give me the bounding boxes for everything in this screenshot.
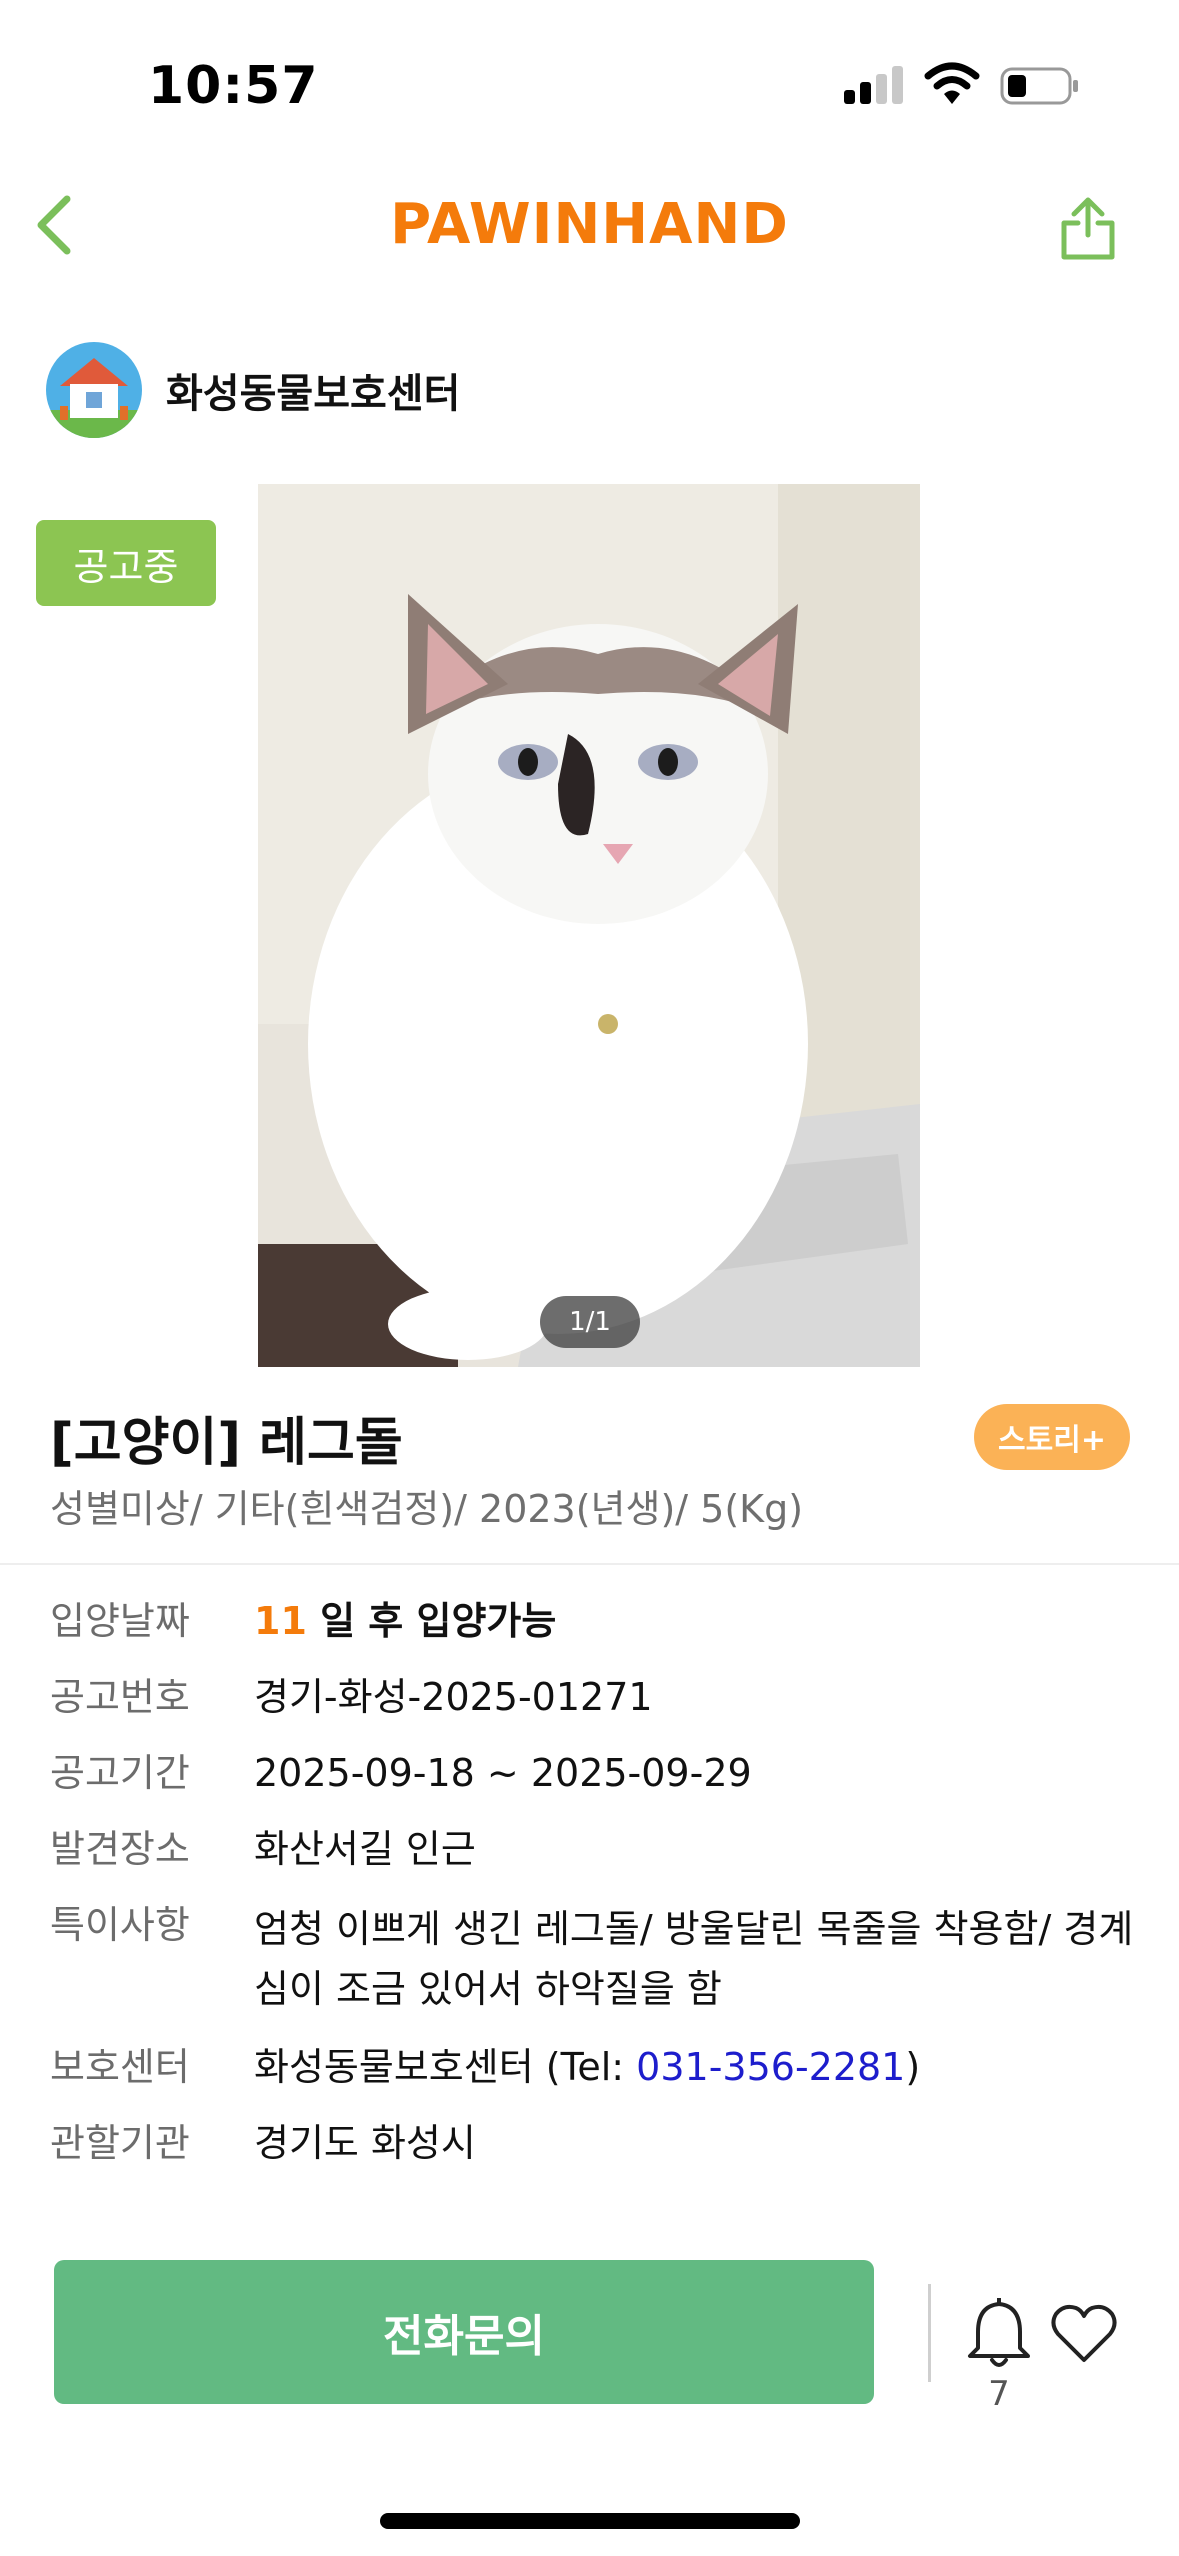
info-table: 입양날짜 11 일 후 입양가능 공고번호 경기-화성-2025-01271 공… [50, 1595, 1140, 2193]
cellular-signal-icon [844, 64, 904, 104]
info-row-notice-no: 공고번호 경기-화성-2025-01271 [50, 1671, 1140, 1723]
info-label: 공고기간 [50, 1751, 190, 1795]
status-bar: 10:57 [0, 0, 1179, 170]
shelter-phone-link[interactable]: 031-356-2281 [636, 2045, 905, 2089]
info-row-adopt-date: 입양날짜 11 일 후 입양가능 [50, 1595, 1140, 1647]
bell-count: 7 [988, 2374, 1010, 2414]
info-label: 보호센터 [50, 2045, 190, 2089]
share-icon [1061, 197, 1115, 260]
status-time: 10:57 [148, 56, 319, 116]
animal-title: [고양이] 레그돌 [50, 1413, 403, 1473]
cat-photo-image [258, 484, 920, 1367]
home-indicator [380, 2513, 800, 2529]
heart-icon[interactable] [1050, 2302, 1118, 2364]
authority-value: 경기도 화성시 [254, 2121, 476, 2165]
info-row-notice-period: 공고기간 2025-09-18 ~ 2025-09-29 [50, 1747, 1140, 1799]
battery-icon [1000, 67, 1078, 105]
shelter-close: ) [905, 2045, 921, 2089]
bell-icon[interactable] [966, 2298, 1032, 2370]
found-place-value: 화산서길 인근 [254, 1827, 476, 1871]
share-button[interactable] [1050, 190, 1126, 266]
wifi-icon [924, 62, 980, 104]
shelter-text: 화성동물보호센터 (Tel: [254, 2045, 637, 2089]
brand-logo: PAWINHAND [390, 192, 789, 257]
animal-photo[interactable]: 1/1 [258, 484, 920, 1367]
info-label: 특이사항 [50, 1903, 190, 1947]
info-row-authority: 관할기관 경기도 화성시 [50, 2117, 1140, 2169]
adopt-date-value: 11 일 후 입양가능 [254, 1595, 1140, 1647]
notice-no-value: 경기-화성-2025-01271 [254, 1675, 653, 1719]
shelter-avatar [46, 342, 142, 438]
info-label: 입양날짜 [50, 1599, 190, 1643]
info-row-shelter: 보호센터 화성동물보호센터 (Tel: 031-356-2281) [50, 2041, 1140, 2093]
story-button[interactable]: 스토리+ [974, 1404, 1130, 1470]
notes-value: 엄청 이쁘게 생긴 레그돌/ 방울달린 목줄을 착용함/ 경계심이 조금 있어서… [254, 1907, 1134, 2011]
info-row-found-place: 발견장소 화산서길 인근 [50, 1823, 1140, 1875]
info-label: 관할기관 [50, 2121, 190, 2165]
app-header: PAWINHAND [0, 180, 1179, 270]
status-badge: 공고중 [36, 520, 216, 606]
house-icon [46, 342, 142, 438]
shelter-info[interactable]: 화성동물보호센터 [46, 340, 460, 440]
vertical-divider [928, 2284, 931, 2382]
call-inquiry-button[interactable]: 전화문의 [54, 2260, 874, 2404]
info-row-notes: 특이사항 엄청 이쁘게 생긴 레그돌/ 방울달린 목줄을 착용함/ 경계심이 조… [50, 1899, 1140, 2019]
divider [0, 1563, 1179, 1565]
animal-subtitle: 성별미상/ 기타(흰색검정)/ 2023(년생)/ 5(Kg) [50, 1487, 804, 1531]
adopt-text: 일 후 입양가능 [306, 1599, 557, 1643]
photo-counter: 1/1 [540, 1296, 640, 1348]
shelter-name: 화성동물보호센터 [166, 371, 461, 417]
info-label: 발견장소 [50, 1827, 190, 1871]
info-label: 공고번호 [50, 1675, 190, 1719]
adopt-days: 11 [254, 1599, 307, 1643]
shelter-value: 화성동물보호센터 (Tel: 031-356-2281) [254, 2041, 1140, 2093]
notice-period-value: 2025-09-18 ~ 2025-09-29 [254, 1751, 752, 1795]
